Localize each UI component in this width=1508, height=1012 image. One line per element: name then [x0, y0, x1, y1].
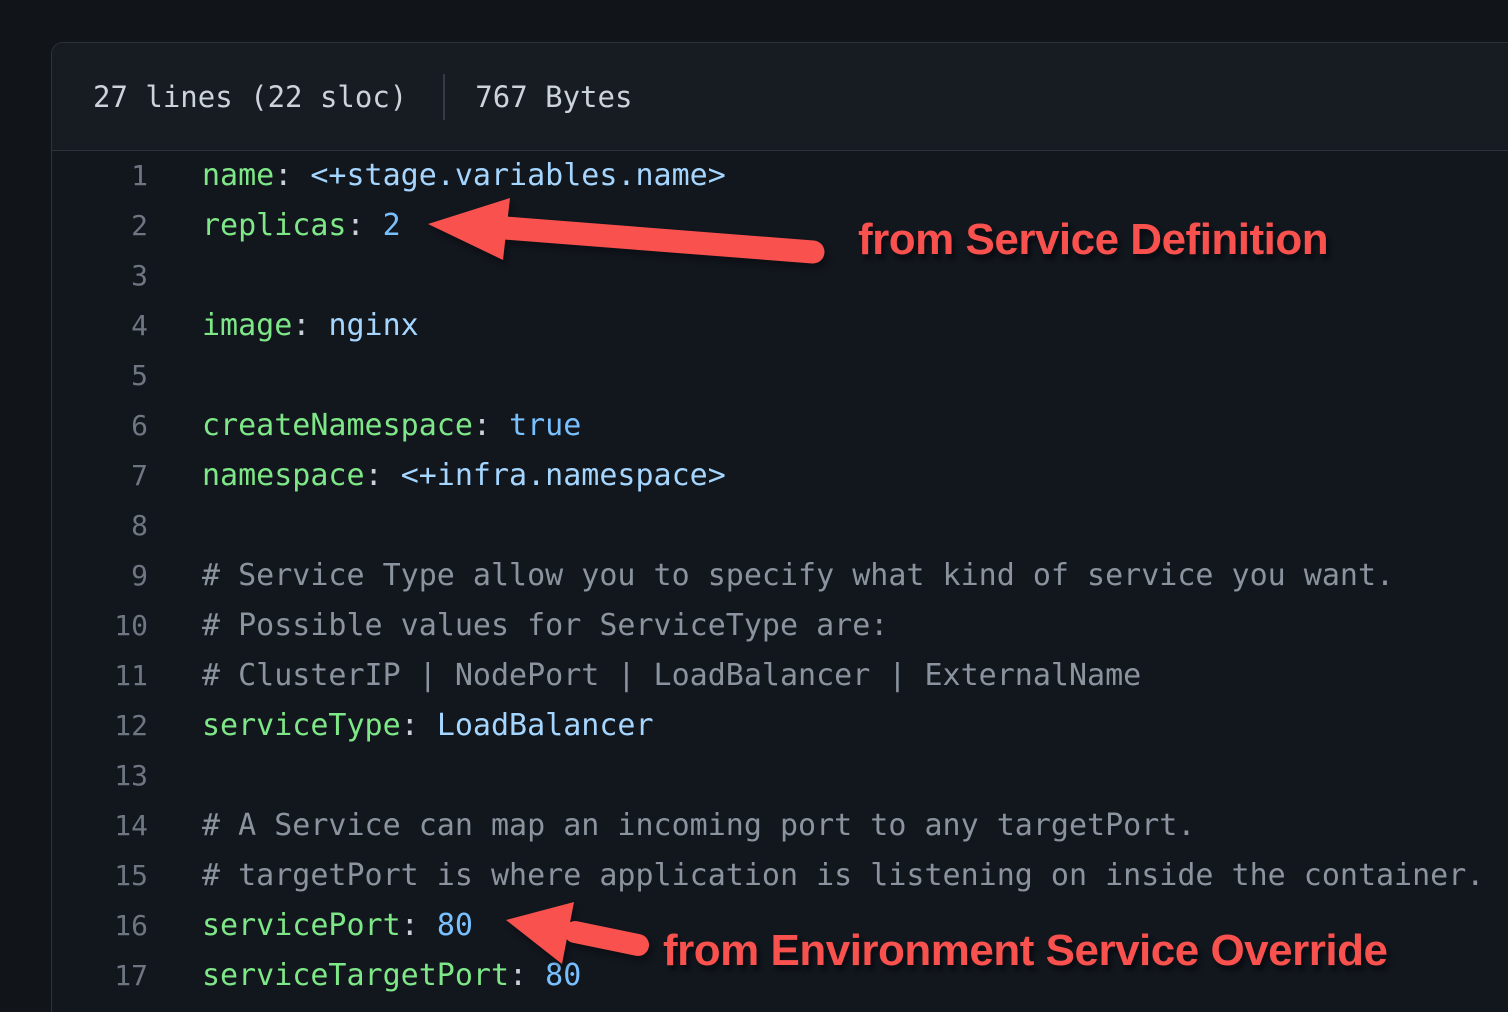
token-str: <+infra.namespace> — [401, 458, 726, 493]
token-punc: : — [401, 708, 437, 743]
code-text: serviceTargetPort: 80 — [202, 951, 581, 1001]
code-text: createNamespace: true — [202, 401, 581, 451]
code-line: 1 name: <+stage.variables.name> — [52, 151, 1508, 201]
token-punc: : — [401, 908, 437, 943]
token-key: image — [202, 308, 292, 343]
code-line: 13 — [52, 751, 1508, 801]
annotation-from-service-definition: from Service Definition — [858, 215, 1328, 265]
code-line: 9 # Service Type allow you to specify wha… — [52, 551, 1508, 601]
code-line: 7 namespace: <+infra.namespace> — [52, 451, 1508, 501]
token-punc: : — [509, 958, 545, 993]
token-punc: : — [292, 308, 328, 343]
token-comment: # ClusterIP | NodePort | LoadBalancer | … — [202, 658, 1141, 693]
token-punc: : — [274, 158, 310, 193]
code-text: namespace: <+infra.namespace> — [202, 451, 726, 501]
token-punc: : — [473, 408, 509, 443]
token-comment: # Possible values for ServiceType are: — [202, 608, 888, 643]
file-lines-info: 27 lines (22 sloc) — [93, 80, 407, 114]
line-number[interactable]: 2 — [52, 201, 148, 251]
token-key: servicePort — [202, 908, 401, 943]
line-number[interactable]: 4 — [52, 301, 148, 351]
code-text: # ClusterIP | NodePort | LoadBalancer | … — [202, 651, 1141, 701]
line-number[interactable]: 13 — [52, 751, 148, 801]
file-viewer-panel: 27 lines (22 sloc) 767 Bytes 1 name: <+st… — [51, 42, 1508, 1012]
token-key: replicas — [202, 208, 347, 243]
code-text: name: <+stage.variables.name> — [202, 151, 726, 201]
line-number[interactable]: 10 — [52, 601, 148, 651]
token-punc: : — [347, 208, 383, 243]
token-num: 80 — [437, 908, 473, 943]
token-comment: # A Service can map an incoming port to … — [202, 808, 1195, 843]
code-line: 6 createNamespace: true — [52, 401, 1508, 451]
code-text: # Service Type allow you to specify what… — [202, 551, 1394, 601]
code-text: replicas: 2 — [202, 201, 401, 251]
line-number[interactable]: 1 — [52, 151, 148, 201]
token-num: true — [509, 408, 581, 443]
line-number[interactable]: 14 — [52, 801, 148, 851]
file-header-bar: 27 lines (22 sloc) 767 Bytes — [52, 43, 1508, 151]
code-line: 15 # targetPort is where application is l… — [52, 851, 1508, 901]
code-line: 11 # ClusterIP | NodePort | LoadBalancer … — [52, 651, 1508, 701]
code-line: 14 # A Service can map an incoming port t… — [52, 801, 1508, 851]
token-key: name — [202, 158, 274, 193]
line-number[interactable]: 8 — [52, 501, 148, 551]
token-str: <+stage.variables.name> — [310, 158, 725, 193]
code-line: 12 serviceType: LoadBalancer — [52, 701, 1508, 751]
token-key: serviceTargetPort — [202, 958, 509, 993]
file-size-info: 767 Bytes — [475, 80, 632, 114]
line-number[interactable]: 3 — [52, 251, 148, 301]
code-text: # targetPort is where application is lis… — [202, 851, 1484, 901]
code-text: image: nginx — [202, 301, 419, 351]
line-number[interactable]: 17 — [52, 951, 148, 1001]
line-number[interactable]: 15 — [52, 851, 148, 901]
code-line: 5 — [52, 351, 1508, 401]
token-comment: # Service Type allow you to specify what… — [202, 558, 1394, 593]
line-number[interactable]: 11 — [52, 651, 148, 701]
token-num: 2 — [383, 208, 401, 243]
code-lines: 1name: <+stage.variables.name>2replicas:… — [52, 151, 1508, 1001]
line-number[interactable]: 7 — [52, 451, 148, 501]
code-area: 1name: <+stage.variables.name>2replicas:… — [52, 151, 1508, 1001]
token-comment: # targetPort is where application is lis… — [202, 858, 1484, 893]
token-str: LoadBalancer — [437, 708, 654, 743]
header-divider — [443, 74, 445, 120]
token-key: createNamespace — [202, 408, 473, 443]
code-text: servicePort: 80 — [202, 901, 473, 951]
token-key: serviceType — [202, 708, 401, 743]
line-number[interactable]: 9 — [52, 551, 148, 601]
line-number[interactable]: 12 — [52, 701, 148, 751]
token-punc: : — [365, 458, 401, 493]
code-line: 8 — [52, 501, 1508, 551]
code-line: 4 image: nginx — [52, 301, 1508, 351]
token-key: namespace — [202, 458, 365, 493]
code-line: 10 # Possible values for ServiceType are: — [52, 601, 1508, 651]
annotation-from-environment-service-override: from Environment Service Override — [663, 926, 1387, 976]
code-text: # Possible values for ServiceType are: — [202, 601, 888, 651]
line-number[interactable]: 16 — [52, 901, 148, 951]
code-text: serviceType: LoadBalancer — [202, 701, 654, 751]
code-text: # A Service can map an incoming port to … — [202, 801, 1195, 851]
line-number[interactable]: 5 — [52, 351, 148, 401]
line-number[interactable]: 6 — [52, 401, 148, 451]
token-str: nginx — [328, 308, 418, 343]
token-num: 80 — [545, 958, 581, 993]
